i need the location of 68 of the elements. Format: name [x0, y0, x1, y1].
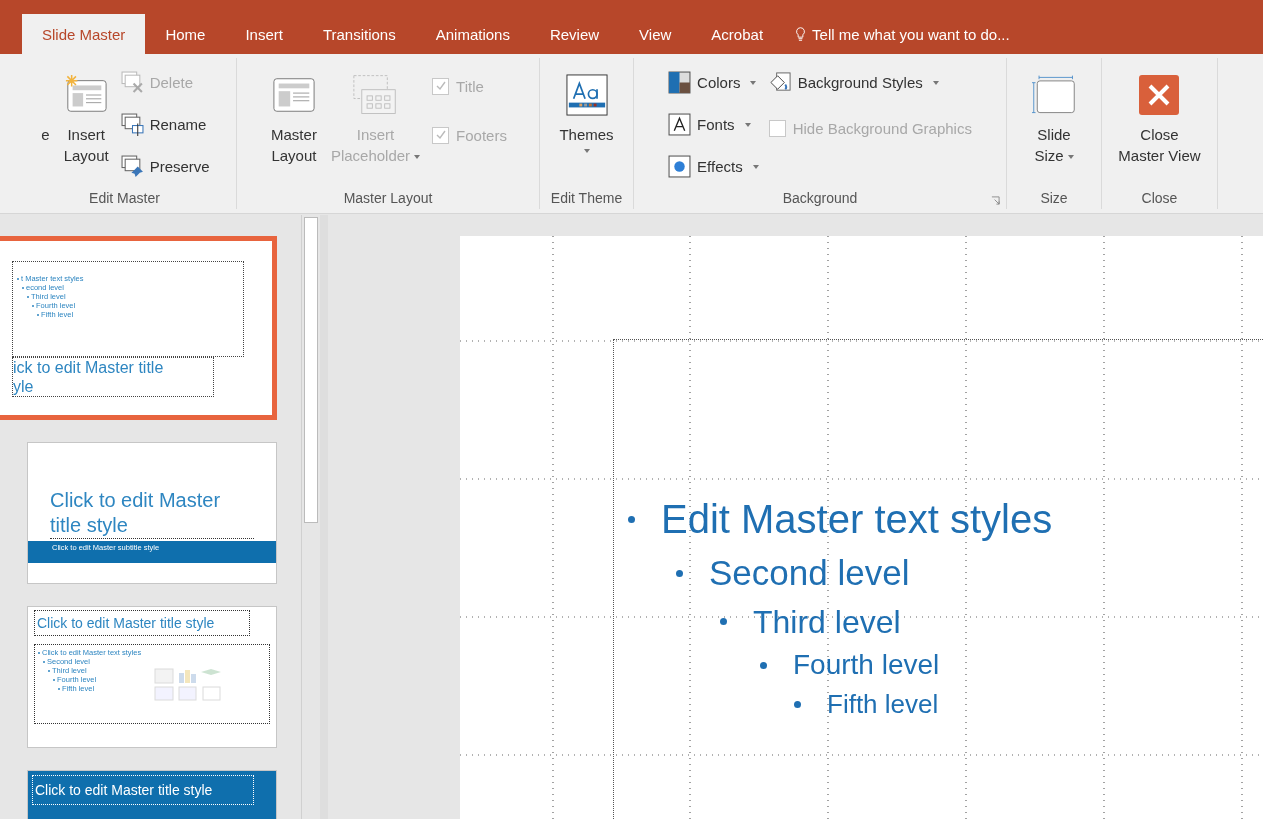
tell-me-search[interactable]: Tell me what you want to do... — [783, 14, 1022, 54]
thumbnail-title: Click to edit Master title style — [35, 781, 214, 800]
ribbon-tab[interactable]: Home — [145, 14, 226, 54]
caret-icon — [932, 80, 939, 85]
checkmark-icon — [434, 129, 447, 141]
ribbon-button[interactable]: Fonts — [666, 106, 761, 143]
thumbnail-title: ick to edit Master title — [13, 358, 165, 377]
bullet-text: Third level — [753, 602, 901, 642]
ribbon-button[interactable]: Background Styles — [766, 64, 974, 101]
ribbon-button[interactable]: e — [37, 64, 54, 147]
bullet-text: Second level — [709, 552, 910, 594]
thumbnail-title: Click to edit Master title style — [37, 614, 216, 633]
pin-icon — [120, 155, 144, 178]
bullet-text: Edit Master text styles — [661, 496, 1053, 543]
placeholder-icon — [353, 74, 398, 116]
ribbon-tab[interactable]: Animations — [415, 14, 530, 54]
ribbon-tab[interactable]: View — [619, 14, 692, 54]
rename-icon — [120, 113, 144, 136]
slide-thumbnail[interactable]: Click to edit Master title style — [27, 770, 277, 819]
caret-icon — [414, 155, 421, 160]
bullet-icon — [760, 661, 767, 669]
close-icon — [1137, 74, 1182, 116]
theme-icon — [564, 74, 609, 116]
caret-icon — [1067, 155, 1074, 160]
ribbon-tab[interactable]: Review — [529, 14, 620, 54]
ribbon-tab[interactable]: Transitions — [302, 14, 416, 54]
ribbon-tab[interactable]: Insert — [225, 14, 303, 54]
group-label: Edit Theme — [550, 190, 623, 206]
caret-icon — [744, 122, 751, 127]
slide-size-icon — [1032, 74, 1076, 116]
ribbon-button[interactable]: Slide Size — [1028, 64, 1080, 168]
effects-icon — [668, 155, 692, 178]
ribbon-button[interactable]: Preserve — [118, 148, 212, 185]
group-label: Size — [1040, 190, 1068, 206]
ribbon-button[interactable]: Colors — [666, 64, 761, 101]
group-label: Close — [1141, 190, 1178, 206]
group-label: Background — [782, 190, 858, 206]
scrollbar[interactable] — [301, 215, 320, 819]
caret-icon — [583, 149, 590, 153]
checkmark-icon — [434, 80, 447, 92]
bullet-text: Fourth level — [793, 648, 940, 683]
delete-icon — [120, 71, 144, 94]
bullet-icon — [720, 618, 727, 626]
bullet-text: Fifth level — [827, 687, 939, 721]
bullet-icon — [794, 701, 801, 709]
colors-icon — [668, 71, 692, 94]
paint-bucket-icon — [768, 71, 792, 94]
ribbon-button[interactable]: Master Layout — [267, 64, 321, 168]
ribbon-tab[interactable]: Slide Master — [22, 14, 146, 54]
dialog-launcher-icon[interactable] — [991, 196, 1000, 205]
fonts-icon — [668, 113, 692, 136]
ribbon-tab[interactable]: Acrobat — [691, 14, 784, 54]
ribbon-button[interactable]: Close Master View — [1114, 64, 1205, 168]
thumbnail-title: yle — [13, 377, 35, 396]
content-placeholder-icon — [153, 668, 224, 702]
lightbulb-icon — [795, 26, 807, 42]
caret-icon — [752, 164, 759, 169]
bullet-icon — [628, 515, 635, 523]
thumbnail-title: title style — [50, 513, 129, 538]
caret-icon — [750, 80, 757, 85]
group-label: Master Layout — [343, 190, 433, 206]
ribbon-button[interactable]: Insert Layout — [59, 64, 113, 168]
ribbon-button[interactable]: Rename — [118, 106, 212, 143]
thumbnail-title: Click to edit Master — [50, 488, 222, 513]
group-label: Edit Master — [89, 190, 160, 206]
ribbon-button[interactable]: Effects — [666, 148, 761, 185]
ribbon-button[interactable]: Themes — [555, 64, 618, 155]
bullet-icon — [676, 569, 683, 577]
